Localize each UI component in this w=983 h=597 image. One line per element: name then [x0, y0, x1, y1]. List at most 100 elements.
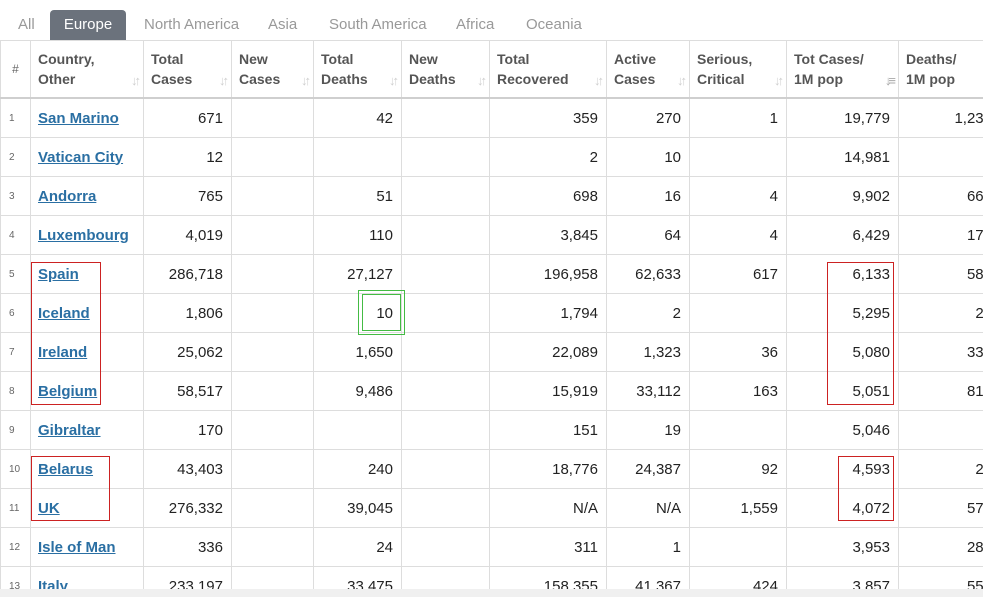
- col-header-total-deaths[interactable]: Total Deaths ↓↑: [313, 40, 402, 99]
- cell-deaths-per-million: 29: [898, 293, 983, 333]
- country-link[interactable]: Belarus: [38, 461, 93, 478]
- sort-icon[interactable]: ↓↑: [477, 73, 487, 88]
- cell-deaths-per-million: 282: [898, 527, 983, 567]
- country-link[interactable]: Luxembourg: [38, 227, 129, 244]
- table-row: 11UK276,33239,045N/AN/A1,5594,072575: [0, 488, 983, 528]
- col-header-tot-cases-per-million[interactable]: Tot Cases/1M pop ↓≡: [786, 40, 899, 99]
- cell-active-cases: 19: [606, 410, 690, 450]
- cell-total-recovered: 22,089: [489, 332, 607, 372]
- country-link[interactable]: Iceland: [38, 305, 90, 322]
- cell-total-cases: 170: [143, 410, 232, 450]
- country-link[interactable]: Gibraltar: [38, 422, 101, 439]
- cell-deaths-per-million: 660: [898, 176, 983, 216]
- country-link[interactable]: San Marino: [38, 110, 119, 127]
- col-header-serious-critical[interactable]: Serious, Critical ↓↑: [689, 40, 787, 99]
- col-header-total-recovered[interactable]: Total Recovered ↓↑: [489, 40, 607, 99]
- sort-icon[interactable]: ↓↑: [389, 73, 399, 88]
- col-header-deaths-per-million[interactable]: Deaths/1M pop↓↑: [898, 40, 983, 99]
- cell-tot-cases-per-million: 5,295: [786, 293, 899, 333]
- cell-active-cases: 10: [606, 137, 690, 177]
- cell-deaths-per-million: 575: [898, 488, 983, 528]
- cell-tot-cases-per-million: 4,593: [786, 449, 899, 489]
- cell-serious-critical: 36: [689, 332, 787, 372]
- sort-icon[interactable]: ↓↑: [219, 73, 229, 88]
- country-link[interactable]: Andorra: [38, 188, 96, 205]
- horizontal-scrollbar-track[interactable]: [0, 589, 983, 597]
- cell-total-deaths: 1,650: [313, 332, 402, 372]
- table-row: 9 Gibraltar 170 151 19 5,046: [0, 410, 983, 450]
- cell-country: Gibraltar: [30, 410, 144, 450]
- cell-tot-cases-per-million: 6,429: [786, 215, 899, 255]
- col-header-label: Serious,: [697, 51, 753, 67]
- table-row: 12 Isle of Man 336 24 3111 3,953282: [0, 527, 983, 567]
- col-header-label: 1M pop: [794, 71, 843, 87]
- tab-europe[interactable]: Europe: [50, 10, 126, 40]
- tab-oceania[interactable]: Oceania: [526, 10, 582, 40]
- sort-icon[interactable]: ↓↑: [774, 73, 784, 88]
- tab-north-america[interactable]: North America: [144, 10, 239, 40]
- cell-total-recovered: 2: [489, 137, 607, 177]
- cell-active-cases: 62,633: [606, 254, 690, 294]
- cell-serious-critical: [689, 293, 787, 333]
- cell-deaths-per-million: [898, 137, 983, 177]
- cell-new-cases: [231, 332, 314, 372]
- cell-new-deaths: [401, 176, 490, 216]
- cell-rank: 6: [0, 293, 31, 333]
- cell-new-deaths: [401, 97, 490, 138]
- col-header-label: Tot Cases/: [794, 51, 864, 67]
- cell-deaths-per-million: 25: [898, 449, 983, 489]
- cell-serious-critical: 92: [689, 449, 787, 489]
- tab-asia[interactable]: Asia: [268, 10, 297, 40]
- cell-serious-critical: [689, 137, 787, 177]
- sort-icon[interactable]: ↓↑: [677, 73, 687, 88]
- cell-total-deaths: 51: [313, 176, 402, 216]
- cell-total-cases: 286,718: [143, 254, 232, 294]
- col-header-label: Recovered: [497, 71, 569, 87]
- cell-country: Luxembourg: [30, 215, 144, 255]
- cell-total-recovered: 18,776: [489, 449, 607, 489]
- cell-total-cases: 336: [143, 527, 232, 567]
- tab-africa[interactable]: Africa: [456, 10, 494, 40]
- cell-tot-cases-per-million: 5,080: [786, 332, 899, 372]
- cell-rank: 11: [0, 488, 31, 528]
- cell-new-cases: [231, 371, 314, 411]
- country-link[interactable]: Isle of Man: [38, 539, 116, 556]
- sort-icon[interactable]: ↓↑: [594, 73, 604, 88]
- col-header-label: Deaths: [409, 71, 456, 87]
- cell-tot-cases-per-million: 5,051: [786, 371, 899, 411]
- sort-desc-icon[interactable]: ↓≡: [885, 73, 896, 88]
- col-header-label: Total: [497, 51, 530, 67]
- cell-total-cases: 12: [143, 137, 232, 177]
- country-link[interactable]: Ireland: [38, 344, 87, 361]
- cell-serious-critical: 1,559: [689, 488, 787, 528]
- col-header-new-cases[interactable]: New Cases ↓↑: [231, 40, 314, 99]
- tab-all[interactable]: All: [18, 10, 35, 40]
- cell-new-deaths: [401, 254, 490, 294]
- tab-south-america[interactable]: South America: [329, 10, 427, 40]
- cell-total-cases: 276,332: [143, 488, 232, 528]
- country-link[interactable]: Spain: [38, 266, 79, 283]
- col-header-active-cases[interactable]: Active Cases ↓↑: [606, 40, 690, 99]
- cell-country: Ireland: [30, 332, 144, 372]
- cell-new-deaths: [401, 488, 490, 528]
- cell-total-cases: 765: [143, 176, 232, 216]
- cell-total-cases: 43,403: [143, 449, 232, 489]
- col-header-new-deaths[interactable]: New Deaths ↓↑: [401, 40, 490, 99]
- col-header-label: Critical: [697, 71, 745, 87]
- country-link[interactable]: UK: [38, 500, 60, 517]
- cell-tot-cases-per-million: 19,779: [786, 97, 899, 138]
- col-header-country[interactable]: Country, Other ↓↑: [30, 40, 144, 99]
- covid-stats-table-container[interactable]: # Country, Other ↓↑ Total Cases ↓↑ New Cases ↓↑ To…: [0, 40, 983, 597]
- cell-total-deaths: 39,045: [313, 488, 402, 528]
- col-header-total-cases[interactable]: Total Cases ↓↑: [143, 40, 232, 99]
- cell-new-deaths: [401, 137, 490, 177]
- country-link[interactable]: Vatican City: [38, 149, 123, 166]
- cell-country: Belgium: [30, 371, 144, 411]
- table-row: 7 Ireland 25,062 1,650 22,0891,323365,080334: [0, 332, 983, 372]
- country-link[interactable]: Belgium: [38, 383, 97, 400]
- cell-total-cases: 58,517: [143, 371, 232, 411]
- sort-icon[interactable]: ↓↑: [131, 73, 141, 88]
- cell-country: Andorra: [30, 176, 144, 216]
- sort-icon[interactable]: ↓↑: [301, 73, 311, 88]
- cell-active-cases: N/A: [606, 488, 690, 528]
